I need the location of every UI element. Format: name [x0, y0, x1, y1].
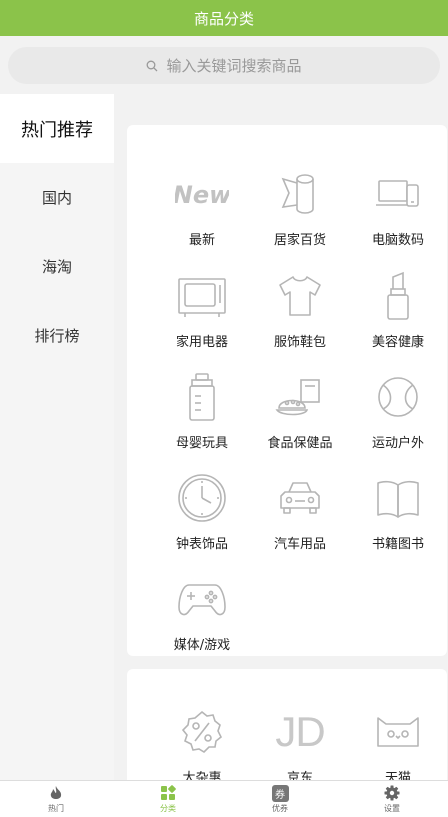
sidebar-item-label: 海淘	[41, 258, 72, 276]
category-label: 最新	[188, 233, 215, 248]
baby-bottle-icon	[175, 370, 229, 424]
sidebar-item-label: 排行榜	[34, 327, 80, 345]
store-item-tmall[interactable]: 天猫	[349, 691, 447, 780]
header-bar: 商品分类	[0, 0, 448, 36]
search-placeholder: 输入关键词搜索商品	[166, 57, 302, 75]
category-label: 居家百货	[273, 233, 326, 248]
store-label: 京东	[286, 771, 313, 780]
gear-icon	[383, 784, 401, 802]
category-item-appliance[interactable]: 家用电器	[153, 255, 251, 355]
category-label: 电脑数码	[371, 233, 424, 248]
category-item-beauty[interactable]: 美容健康	[349, 255, 447, 355]
coupon-badge: 券	[275, 789, 285, 801]
category-content: New 最新 居家百货 电脑数码 家用电器 服饰鞋包 美容健康 母婴玩具 食品保…	[114, 94, 448, 780]
sidebar-item-domestic[interactable]: 国内	[0, 163, 114, 232]
category-item-new[interactable]: New 最新	[153, 153, 251, 253]
tissue-roll-icon	[273, 167, 327, 221]
tab-label: 分类	[160, 804, 176, 813]
sidebar-item-hot[interactable]: 热门推荐	[0, 94, 114, 163]
tv-icon	[175, 269, 229, 323]
food-icon	[273, 370, 327, 424]
tab-hot[interactable]: 热门	[0, 781, 112, 817]
category-label: 母婴玩具	[175, 436, 228, 451]
search-icon	[147, 60, 158, 71]
category-item-auto[interactable]: 汽车用品	[251, 457, 349, 557]
category-item-apparel[interactable]: 服饰鞋包	[251, 255, 349, 355]
category-label: 美容健康	[371, 335, 424, 350]
car-icon	[273, 471, 327, 525]
category-sidebar: 热门推荐 国内 海淘 排行榜	[0, 94, 114, 780]
category-item-books[interactable]: 书籍图书	[349, 457, 447, 557]
gamepad-icon	[175, 572, 229, 626]
category-label: 汽车用品	[273, 537, 326, 552]
category-item-food[interactable]: 食品保健品	[251, 356, 349, 456]
category-item-home[interactable]: 居家百货	[251, 153, 349, 253]
coupon-icon: 券	[271, 784, 289, 802]
flame-icon	[47, 784, 65, 802]
clock-icon	[175, 471, 229, 525]
category-grid-icon	[159, 784, 177, 802]
tab-coupon[interactable]: 券 优券	[224, 781, 336, 817]
jd-logo-icon: JD	[273, 705, 327, 759]
search-bar: 输入关键词搜索商品	[0, 36, 448, 94]
sidebar-item-label: 热门推荐	[21, 119, 93, 141]
store-item-jd[interactable]: JD 京东	[251, 691, 349, 780]
tshirt-icon	[273, 269, 327, 323]
category-label: 钟表饰品	[175, 537, 228, 552]
category-item-baby[interactable]: 母婴玩具	[153, 356, 251, 456]
store-label: 大杂惠	[182, 771, 222, 780]
category-label: 书籍图书	[371, 537, 424, 552]
jd-logo-text: JD	[275, 708, 325, 755]
page-title: 商品分类	[193, 9, 254, 28]
store-card: 大杂惠 JD 京东 天猫	[127, 669, 447, 780]
book-icon	[371, 471, 425, 525]
category-item-games[interactable]: 媒体/游戏	[153, 558, 251, 658]
store-label: 天猫	[384, 771, 411, 780]
category-item-watch[interactable]: 钟表饰品	[153, 457, 251, 557]
sidebar-item-ranking[interactable]: 排行榜	[0, 301, 114, 370]
sidebar-item-label: 国内	[41, 189, 72, 207]
category-label: 媒体/游戏	[173, 638, 231, 653]
tab-category[interactable]: 分类	[112, 781, 224, 817]
lipstick-icon	[371, 269, 425, 323]
laptop-phone-icon	[371, 167, 425, 221]
category-label: 服饰鞋包	[273, 335, 326, 350]
category-label: 家用电器	[175, 335, 228, 350]
new-icon: New	[175, 167, 229, 221]
tab-label: 优券	[272, 803, 288, 813]
category-label: 食品保健品	[267, 436, 333, 451]
category-label: 运动户外	[371, 436, 424, 451]
search-input[interactable]: 输入关键词搜索商品	[8, 47, 440, 84]
discount-badge-icon	[175, 705, 229, 759]
tmall-logo-icon	[371, 705, 425, 759]
bottom-tab-bar: 热门 分类 券 优券 设置	[0, 780, 448, 817]
svg-text:New: New	[175, 181, 229, 209]
category-item-digital[interactable]: 电脑数码	[349, 153, 447, 253]
tab-label: 热门	[48, 804, 64, 813]
tab-label: 设置	[384, 804, 400, 813]
ball-icon	[371, 370, 425, 424]
store-item-dazahui[interactable]: 大杂惠	[153, 691, 251, 780]
sidebar-item-overseas[interactable]: 海淘	[0, 232, 114, 301]
category-card: New 最新 居家百货 电脑数码 家用电器 服饰鞋包 美容健康 母婴玩具 食品保…	[127, 125, 447, 656]
category-item-sports[interactable]: 运动户外	[349, 356, 447, 456]
tab-settings[interactable]: 设置	[336, 781, 448, 817]
